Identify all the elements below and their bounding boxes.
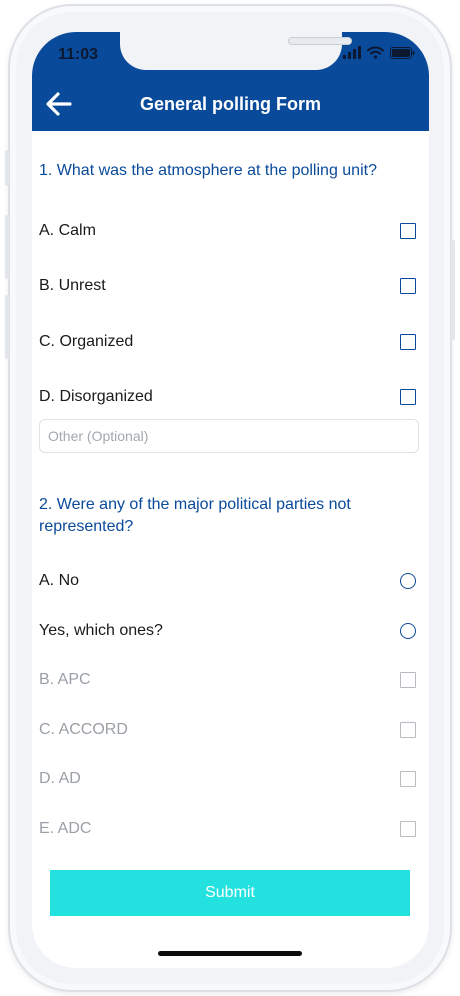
volume-up-button xyxy=(5,215,9,279)
option-organized[interactable]: C. Organized xyxy=(32,321,429,365)
wifi-icon xyxy=(367,46,384,59)
home-indicator[interactable] xyxy=(158,951,302,956)
option-disorganized[interactable]: D. Disorganized xyxy=(32,376,429,420)
checkbox[interactable] xyxy=(400,722,416,738)
option-label: B. Unrest xyxy=(39,277,106,294)
option-calm[interactable]: A. Calm xyxy=(32,210,429,254)
option-label: C. Organized xyxy=(39,333,134,350)
checkbox[interactable] xyxy=(400,278,416,294)
status-time: 11:03 xyxy=(58,46,99,63)
party-option-adc[interactable]: E. ADC xyxy=(32,808,429,852)
option-label: D. AD xyxy=(39,770,81,787)
option-label: C. ACCORD xyxy=(39,721,128,738)
option-no[interactable]: A. No xyxy=(32,560,429,604)
question-2-text: 2. Were any of the major political parti… xyxy=(39,496,351,535)
status-icons xyxy=(343,46,415,59)
option-label: E. ADC xyxy=(39,820,92,837)
option-yes-which-ones[interactable]: Yes, which ones? xyxy=(32,610,429,654)
party-option-accord[interactable]: C. ACCORD xyxy=(32,709,429,753)
option-label: Yes, which ones? xyxy=(39,622,163,639)
app-header: 11:03 General polling Form xyxy=(32,32,429,131)
mute-switch xyxy=(5,150,9,186)
power-button xyxy=(451,240,455,340)
option-label: A. No xyxy=(39,572,80,589)
option-label: B. APC xyxy=(39,671,91,688)
speaker-grille xyxy=(288,37,352,45)
volume-down-button xyxy=(5,295,9,359)
checkbox[interactable] xyxy=(400,672,416,688)
other-optional-input[interactable] xyxy=(39,419,419,453)
option-label: D. Disorganized xyxy=(39,388,153,405)
party-option-apc[interactable]: B. APC xyxy=(32,659,429,703)
checkbox[interactable] xyxy=(400,771,416,787)
radio-button[interactable] xyxy=(400,623,416,639)
question-1-text: 1. What was the atmosphere at the pollin… xyxy=(39,162,377,179)
option-label: A. Calm xyxy=(39,222,96,239)
radio-button[interactable] xyxy=(400,573,416,589)
submit-button[interactable]: Submit xyxy=(50,870,410,916)
battery-icon xyxy=(390,46,415,59)
party-option-ad[interactable]: D. AD xyxy=(32,758,429,802)
checkbox[interactable] xyxy=(400,389,416,405)
checkbox[interactable] xyxy=(400,821,416,837)
notch xyxy=(120,32,352,70)
option-unrest[interactable]: B. Unrest xyxy=(32,265,429,309)
checkbox[interactable] xyxy=(400,223,416,239)
checkbox[interactable] xyxy=(400,334,416,350)
phone-screen: 11:03 General polling Form 1. What was t… xyxy=(32,32,429,968)
page-title: General polling Form xyxy=(139,94,322,114)
signal-icon xyxy=(343,46,361,59)
